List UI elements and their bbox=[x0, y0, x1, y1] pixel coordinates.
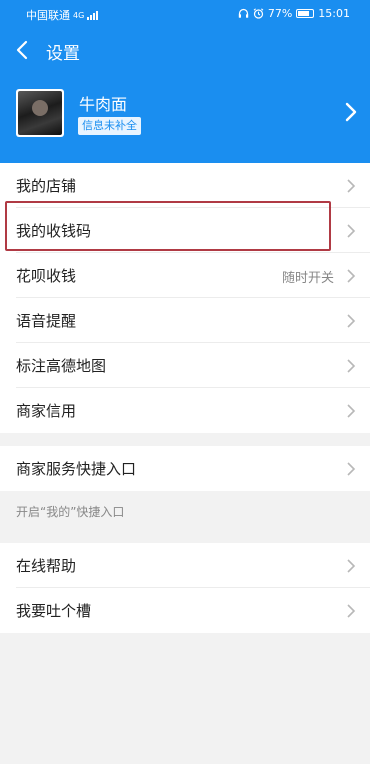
avatar-image bbox=[18, 91, 62, 135]
row-online-help[interactable]: 在线帮助 bbox=[0, 543, 370, 588]
header: 中国联通 4G 77% 15:01 设置 牛肉面 信息未补全 bbox=[0, 0, 370, 163]
chevron-right-icon bbox=[347, 269, 356, 283]
row-merchant-shortcut[interactable]: 商家服务快捷入口 bbox=[0, 446, 370, 491]
chevron-right-icon bbox=[347, 224, 356, 238]
settings-group-store: 我的店铺 我的收钱码 花呗收钱 随时开关 语音提醒 标注高德地图 商家信用 bbox=[0, 163, 370, 433]
status-bar: 中国联通 4G 77% 15:01 bbox=[0, 0, 370, 26]
profile-name: 牛肉面 bbox=[79, 95, 128, 114]
row-huabei-payment[interactable]: 花呗收钱 随时开关 bbox=[0, 253, 370, 298]
row-label: 标注高德地图 bbox=[16, 357, 107, 375]
clock: 15:01 bbox=[318, 7, 350, 20]
page-title: 设置 bbox=[46, 44, 80, 64]
row-value: 随时开关 bbox=[281, 271, 334, 286]
row-label: 我的店铺 bbox=[16, 177, 77, 195]
row-label: 我要吐个槽 bbox=[16, 602, 92, 620]
chevron-right-icon bbox=[347, 604, 356, 618]
profile-status-badge: 信息未补全 bbox=[78, 117, 141, 135]
nav-bar: 设置 bbox=[0, 30, 370, 70]
headset-icon bbox=[238, 8, 249, 18]
profile-card[interactable]: 牛肉面 信息未补全 bbox=[0, 82, 370, 148]
chevron-left-icon[interactable] bbox=[13, 39, 33, 61]
row-label: 商家信用 bbox=[16, 402, 77, 420]
chevron-right-icon bbox=[347, 314, 356, 328]
avatar[interactable] bbox=[16, 89, 64, 137]
chevron-right-icon bbox=[347, 559, 356, 573]
chevron-right-icon bbox=[345, 102, 357, 122]
carrier-name: 中国联通 bbox=[26, 9, 70, 22]
highlight-box bbox=[5, 201, 331, 251]
chevron-right-icon bbox=[347, 462, 356, 476]
row-label: 商家服务快捷入口 bbox=[16, 460, 137, 478]
row-voice-reminder[interactable]: 语音提醒 bbox=[0, 298, 370, 343]
row-merchant-credit[interactable]: 商家信用 bbox=[0, 388, 370, 433]
row-feedback[interactable]: 我要吐个槽 bbox=[0, 588, 370, 633]
settings-group-help: 在线帮助 我要吐个槽 bbox=[0, 543, 370, 633]
chevron-right-icon bbox=[347, 179, 356, 193]
battery-icon bbox=[296, 9, 315, 18]
battery-percent: 77% bbox=[267, 7, 293, 20]
chevron-right-icon bbox=[347, 404, 356, 418]
row-label: 在线帮助 bbox=[16, 557, 77, 575]
settings-group-shortcut: 商家服务快捷入口 bbox=[0, 446, 370, 491]
alarm-icon bbox=[253, 8, 264, 19]
signal-icon bbox=[87, 10, 99, 20]
row-amap-marker[interactable]: 标注高德地图 bbox=[0, 343, 370, 388]
row-label: 语音提醒 bbox=[16, 312, 77, 330]
row-label: 花呗收钱 bbox=[16, 267, 77, 285]
chevron-right-icon bbox=[347, 359, 356, 373]
shortcut-hint: 开启“我的”快捷入口 bbox=[16, 505, 125, 519]
network-type: 4G bbox=[73, 10, 85, 20]
